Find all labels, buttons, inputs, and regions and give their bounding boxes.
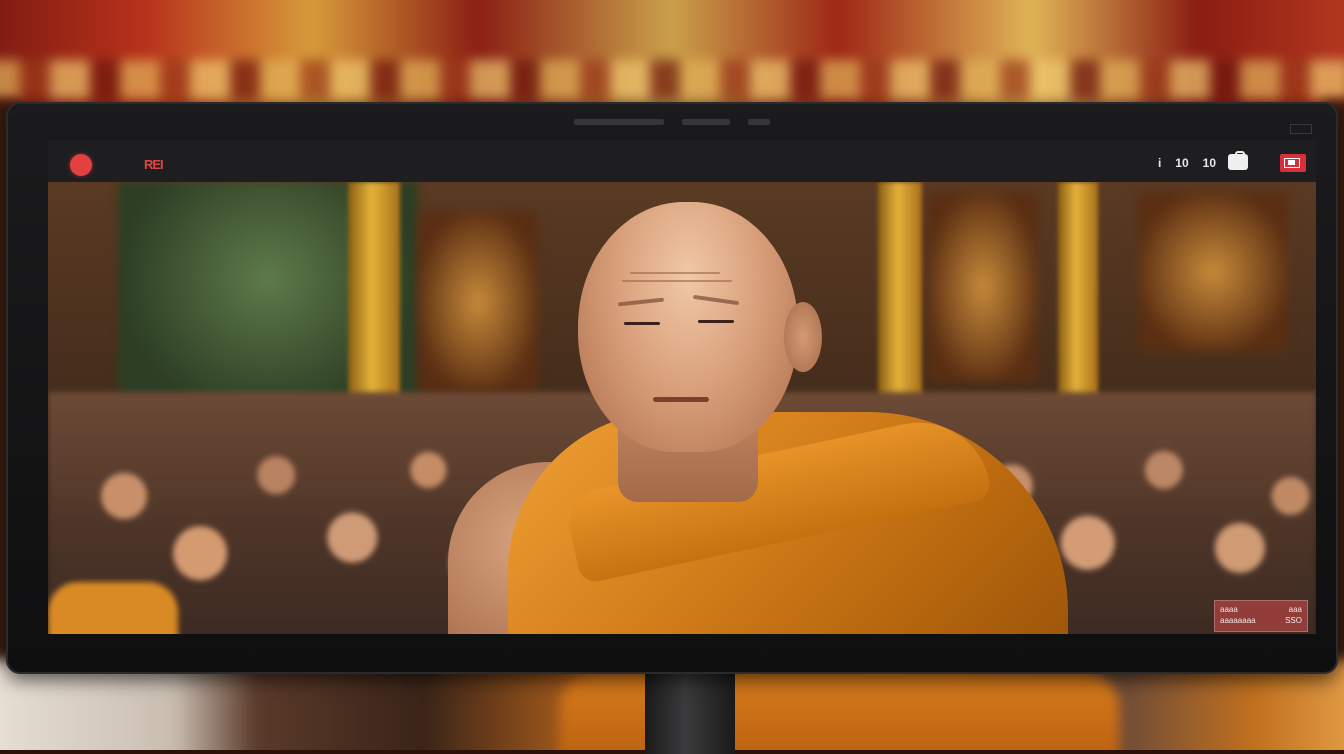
video-frame bbox=[48, 182, 1316, 634]
watermark-text: SSO bbox=[1285, 616, 1302, 625]
video-viewport[interactable]: aaaa aaa aaaaaaaa SSO bbox=[48, 182, 1316, 634]
status-value: 10 bbox=[1175, 156, 1189, 170]
monk bbox=[408, 202, 1108, 634]
monk-ear bbox=[784, 302, 822, 372]
monk-mouth bbox=[653, 397, 709, 402]
watermark-text: aaaaaaaa bbox=[1220, 616, 1256, 625]
temple-roof-trim bbox=[0, 60, 1344, 100]
watermark-text: aaaa bbox=[1220, 605, 1238, 614]
crowd-robe bbox=[48, 582, 178, 634]
bezel-glyph bbox=[748, 119, 770, 125]
recording-label[interactable]: REI bbox=[144, 157, 164, 172]
monitor-bezel bbox=[6, 102, 1338, 142]
watermark-text: aaa bbox=[1288, 605, 1302, 614]
monk-eye bbox=[624, 322, 660, 325]
monk-eye bbox=[698, 320, 734, 323]
record-icon[interactable] bbox=[70, 154, 92, 176]
info-icon[interactable]: i bbox=[1158, 156, 1161, 170]
bezel-glyph bbox=[574, 119, 664, 125]
app-toolbar: REI i 10 10 bbox=[48, 140, 1316, 183]
bezel-glyph bbox=[682, 119, 730, 125]
temple-shrine bbox=[1138, 192, 1288, 352]
status-value: 10 bbox=[1202, 156, 1216, 170]
robe-reflection bbox=[560, 670, 1120, 750]
monk-wrinkle bbox=[630, 272, 720, 274]
toolbar-status: i 10 10 bbox=[1158, 156, 1216, 170]
bezel-badge bbox=[1290, 124, 1312, 134]
share-icon[interactable] bbox=[1228, 151, 1248, 170]
monk-wrinkle bbox=[622, 280, 732, 282]
watermark: aaaa aaa aaaaaaaa SSO bbox=[1214, 600, 1308, 632]
live-icon[interactable] bbox=[1280, 154, 1306, 172]
monk-head bbox=[578, 202, 798, 452]
monitor-stand bbox=[645, 674, 735, 754]
